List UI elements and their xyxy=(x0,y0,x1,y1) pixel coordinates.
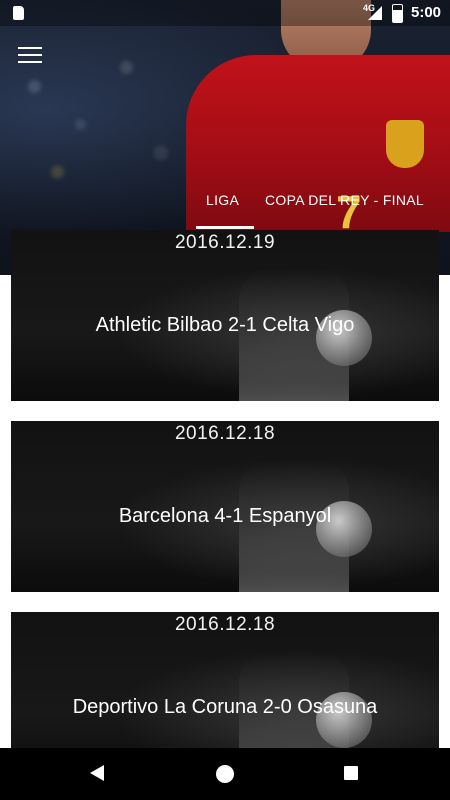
sd-card-icon xyxy=(13,6,24,20)
match-card[interactable]: 2016.12.18 Barcelona 4-1 Espanyol xyxy=(11,421,439,592)
home-circle-icon[interactable] xyxy=(216,765,234,783)
match-title: Deportivo La Coruna 2-0 Osasuna xyxy=(72,696,378,718)
status-bar: 4G 5:00 xyxy=(0,0,450,26)
match-date: 2016.12.19 xyxy=(174,232,276,253)
match-card[interactable]: 2016.12.19 Athletic Bilbao 2-1 Celta Vig… xyxy=(11,230,439,401)
tab-copa-del-rey-final[interactable]: COPA DEL REY - FINAL xyxy=(265,192,424,208)
match-list[interactable]: 2016.12.19 Athletic Bilbao 2-1 Celta Vig… xyxy=(0,230,450,748)
recents-square-icon[interactable] xyxy=(344,766,358,780)
selected-tab-indicator xyxy=(196,226,254,229)
battery-icon xyxy=(392,4,403,23)
hamburger-menu-icon[interactable] xyxy=(18,47,42,67)
status-clock: 5:00 xyxy=(411,4,442,21)
back-triangle-icon[interactable] xyxy=(90,765,104,781)
tab-bar: LIGA COPA DEL REY - FINAL xyxy=(196,188,450,232)
tab-liga[interactable]: LIGA xyxy=(206,192,239,208)
match-title: Barcelona 4-1 Espanyol xyxy=(118,505,332,527)
match-date: 2016.12.18 xyxy=(174,614,276,635)
team-crest-icon xyxy=(386,120,424,168)
match-title: Athletic Bilbao 2-1 Celta Vigo xyxy=(95,314,355,336)
match-card[interactable]: 2016.12.18 Deportivo La Coruna 2-0 Osasu… xyxy=(11,612,439,748)
cell-signal-icon xyxy=(368,6,382,20)
system-navigation-bar xyxy=(0,748,450,800)
match-date: 2016.12.18 xyxy=(174,423,276,444)
